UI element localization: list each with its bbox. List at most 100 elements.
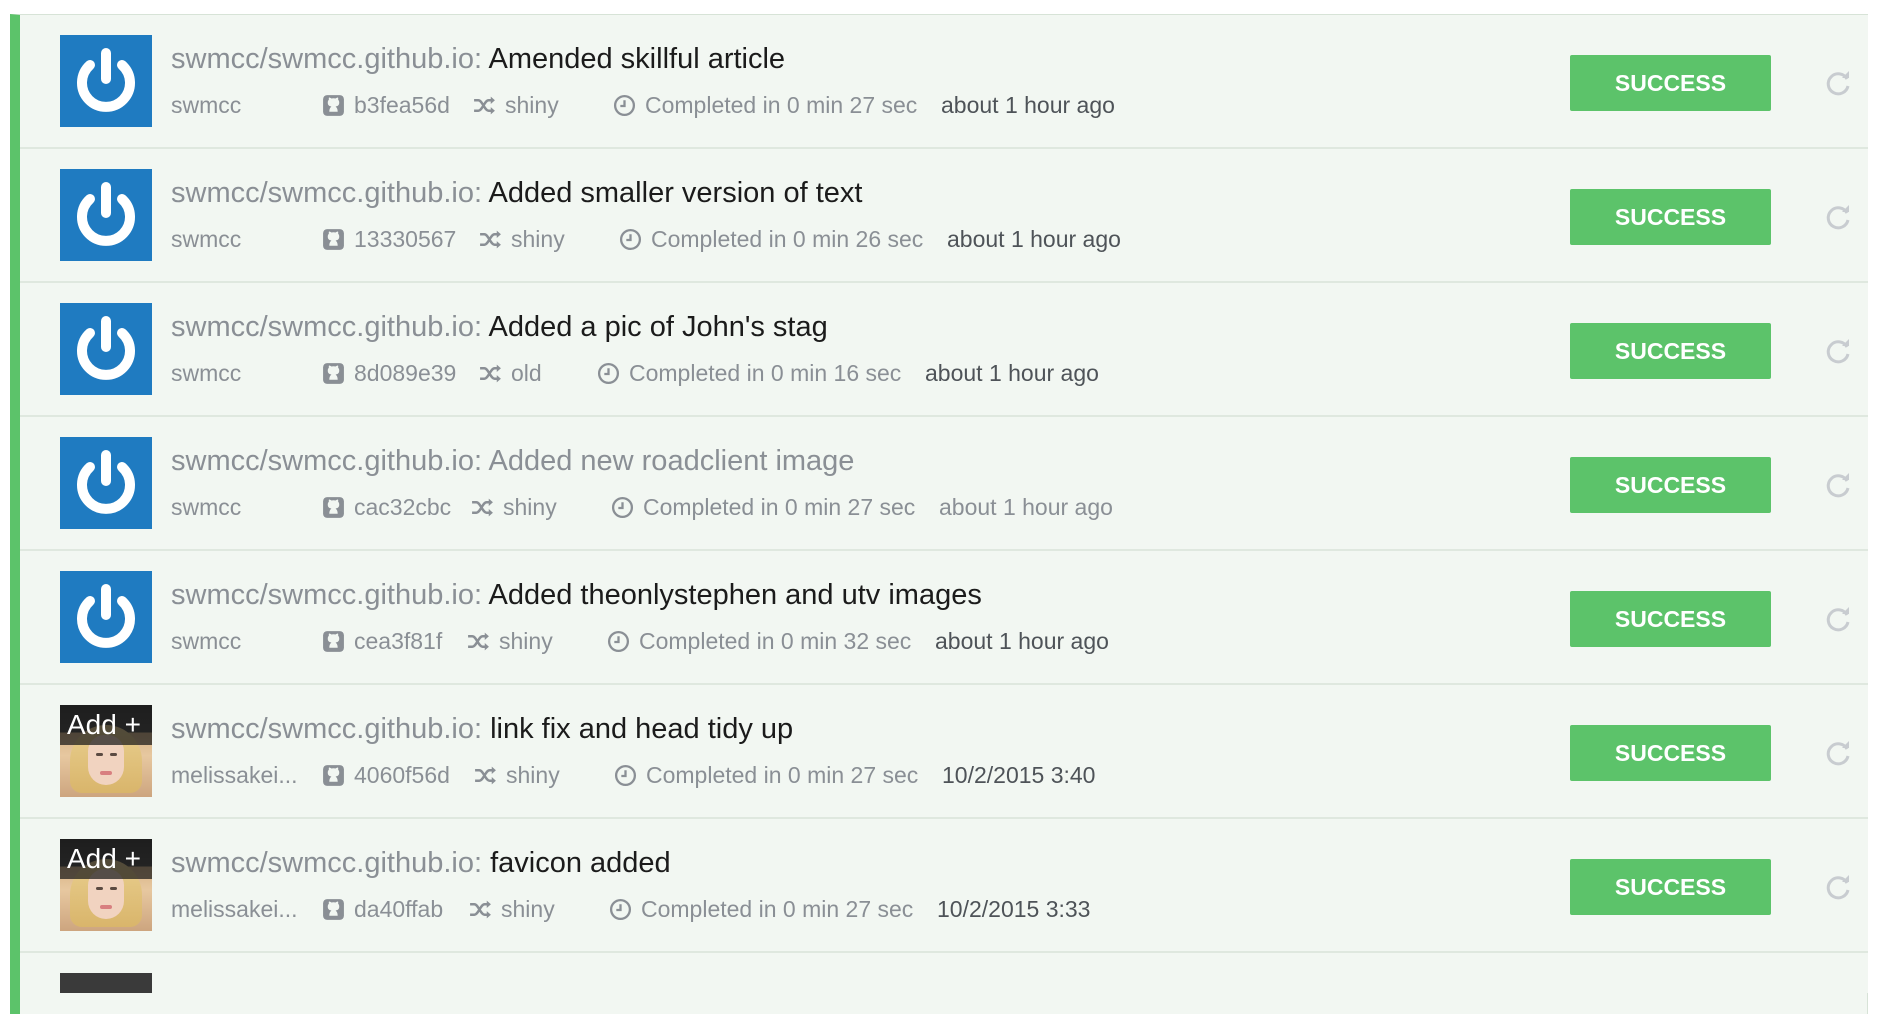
avatar-eye <box>96 753 103 756</box>
build-row[interactable]: swmcc/swmcc.github.io: Amended skillful … <box>20 15 1868 149</box>
photo-avatar[interactable]: Add + <box>60 705 152 797</box>
commit-info[interactable]: cac32cbc <box>321 491 451 523</box>
refresh-icon[interactable] <box>1823 68 1853 98</box>
repo-link[interactable]: swmcc/swmcc.github.io: <box>171 311 482 343</box>
commit-info[interactable]: 4060f56d <box>321 759 450 791</box>
avatar-eye <box>96 887 103 890</box>
success-status-button[interactable]: SUCCESS <box>1570 323 1771 379</box>
build-duration: Completed in 0 min 32 sec <box>639 628 912 654</box>
author-name[interactable]: swmcc <box>171 223 313 255</box>
author-name[interactable]: swmcc <box>171 625 313 657</box>
build-row[interactable]: swmcc/swmcc.github.io: Added a pic of Jo… <box>20 283 1868 417</box>
build-row[interactable]: swmcc/swmcc.github.io: Added new roadcli… <box>20 417 1868 551</box>
success-status-button[interactable]: SUCCESS <box>1570 457 1771 513</box>
success-status-button[interactable]: SUCCESS <box>1570 189 1771 245</box>
add-avatar-overlay[interactable]: Add + <box>60 705 152 745</box>
github-icon <box>323 496 344 518</box>
repo-link[interactable]: swmcc/swmcc.github.io: <box>171 177 482 209</box>
commit-message[interactable]: Added a pic of John's stag <box>488 311 827 343</box>
commit-info[interactable]: 8d089e39 <box>321 357 456 389</box>
author-name[interactable]: swmcc <box>171 491 313 523</box>
build-duration: Completed in 0 min 27 sec <box>646 762 919 788</box>
build-title: swmcc/swmcc.github.io: link fix and head… <box>171 711 793 747</box>
author-name[interactable]: melissakei... <box>171 759 313 791</box>
branch-info[interactable]: shiny <box>468 893 555 925</box>
commit-info[interactable]: cea3f81f <box>321 625 442 657</box>
refresh-icon[interactable] <box>1823 202 1853 232</box>
refresh-icon[interactable] <box>1823 872 1853 902</box>
repo-link[interactable]: swmcc/swmcc.github.io: <box>171 579 482 611</box>
commit-message[interactable]: Added new roadclient image <box>488 445 854 477</box>
commit-hash: b3fea56d <box>354 92 450 118</box>
build-row[interactable]: Add + swmcc/swmcc.github.io: link fix an… <box>20 685 1868 819</box>
branch-info[interactable]: shiny <box>470 491 557 523</box>
branch-info[interactable]: shiny <box>473 759 560 791</box>
duration-info: Completed in 0 min 27 sec <box>612 89 917 121</box>
commit-message[interactable]: Amended skillful article <box>488 43 785 75</box>
author-name[interactable]: melissakei... <box>171 893 313 925</box>
power-icon <box>77 584 135 648</box>
branch-name: old <box>511 360 542 386</box>
commit-message[interactable]: Added smaller version of text <box>488 177 862 209</box>
build-duration: Completed in 0 min 27 sec <box>641 896 914 922</box>
branch-name: shiny <box>499 628 553 654</box>
success-status-button[interactable]: SUCCESS <box>1570 591 1771 647</box>
github-icon <box>323 764 344 786</box>
repo-link[interactable]: swmcc/swmcc.github.io: <box>171 445 482 477</box>
author-name[interactable]: swmcc <box>171 357 313 389</box>
commit-message[interactable]: favicon added <box>490 847 671 879</box>
build-title: swmcc/swmcc.github.io: Added theonlystep… <box>171 577 982 613</box>
success-status-button[interactable]: SUCCESS <box>1570 859 1771 915</box>
add-avatar-overlay[interactable]: Add + <box>60 839 152 879</box>
build-row[interactable]: swmcc/swmcc.github.io: Added smaller ver… <box>20 149 1868 283</box>
clock-icon <box>619 228 642 250</box>
author-name[interactable]: swmcc <box>171 89 313 121</box>
commit-info[interactable]: b3fea56d <box>321 89 450 121</box>
clock-icon <box>614 764 637 786</box>
build-duration: Completed in 0 min 27 sec <box>645 92 918 118</box>
photo-avatar[interactable]: Add + <box>60 839 152 931</box>
branch-info[interactable]: shiny <box>472 89 559 121</box>
build-time: 10/2/2015 3:33 <box>937 896 1091 922</box>
build-row[interactable]: Add + swmcc/swmcc.github.io: favicon add… <box>20 819 1868 953</box>
photo-avatar[interactable] <box>60 973 152 993</box>
commit-info[interactable]: 13330567 <box>321 223 456 255</box>
clock-icon <box>597 362 620 384</box>
power-avatar <box>60 35 152 127</box>
refresh-icon[interactable] <box>1823 738 1853 768</box>
shuffle-branch-icon <box>468 632 489 650</box>
shuffle-branch-icon <box>470 900 491 918</box>
clock-icon <box>609 898 632 920</box>
github-icon <box>323 362 344 384</box>
build-list: swmcc/swmcc.github.io: Amended skillful … <box>10 14 1868 1014</box>
repo-link[interactable]: swmcc/swmcc.github.io: <box>171 713 482 745</box>
refresh-icon[interactable] <box>1823 470 1853 500</box>
commit-info[interactable]: da40ffab <box>321 893 443 925</box>
build-title: swmcc/swmcc.github.io: Added smaller ver… <box>171 175 862 211</box>
branch-info[interactable]: shiny <box>478 223 565 255</box>
avatar-mouth <box>100 905 112 909</box>
build-duration: Completed in 0 min 26 sec <box>651 226 924 252</box>
refresh-icon[interactable] <box>1823 604 1853 634</box>
branch-info[interactable]: old <box>478 357 542 389</box>
repo-link[interactable]: swmcc/swmcc.github.io: <box>171 847 482 879</box>
success-status-button[interactable]: SUCCESS <box>1570 725 1771 781</box>
build-row[interactable]: swmcc/swmcc.github.io: Added theonlystep… <box>20 551 1868 685</box>
success-status-button[interactable]: SUCCESS <box>1570 55 1771 111</box>
duration-info: Completed in 0 min 27 sec <box>608 893 913 925</box>
build-time: 10/2/2015 3:40 <box>942 762 1096 788</box>
build-time: about 1 hour ago <box>925 360 1099 386</box>
duration-info: Completed in 0 min 26 sec <box>618 223 923 255</box>
branch-name: shiny <box>506 762 560 788</box>
commit-hash: cac32cbc <box>354 494 452 520</box>
refresh-icon[interactable] <box>1823 336 1853 366</box>
github-icon <box>323 898 344 920</box>
commit-message[interactable]: link fix and head tidy up <box>490 713 793 745</box>
build-row-partial[interactable] <box>20 953 1868 993</box>
commit-message[interactable]: Added theonlystephen and utv images <box>488 579 981 611</box>
build-title: swmcc/swmcc.github.io: Amended skillful … <box>171 41 785 77</box>
branch-name: shiny <box>503 494 557 520</box>
repo-link[interactable]: swmcc/swmcc.github.io: <box>171 43 482 75</box>
branch-info[interactable]: shiny <box>466 625 553 657</box>
power-icon <box>77 48 135 112</box>
